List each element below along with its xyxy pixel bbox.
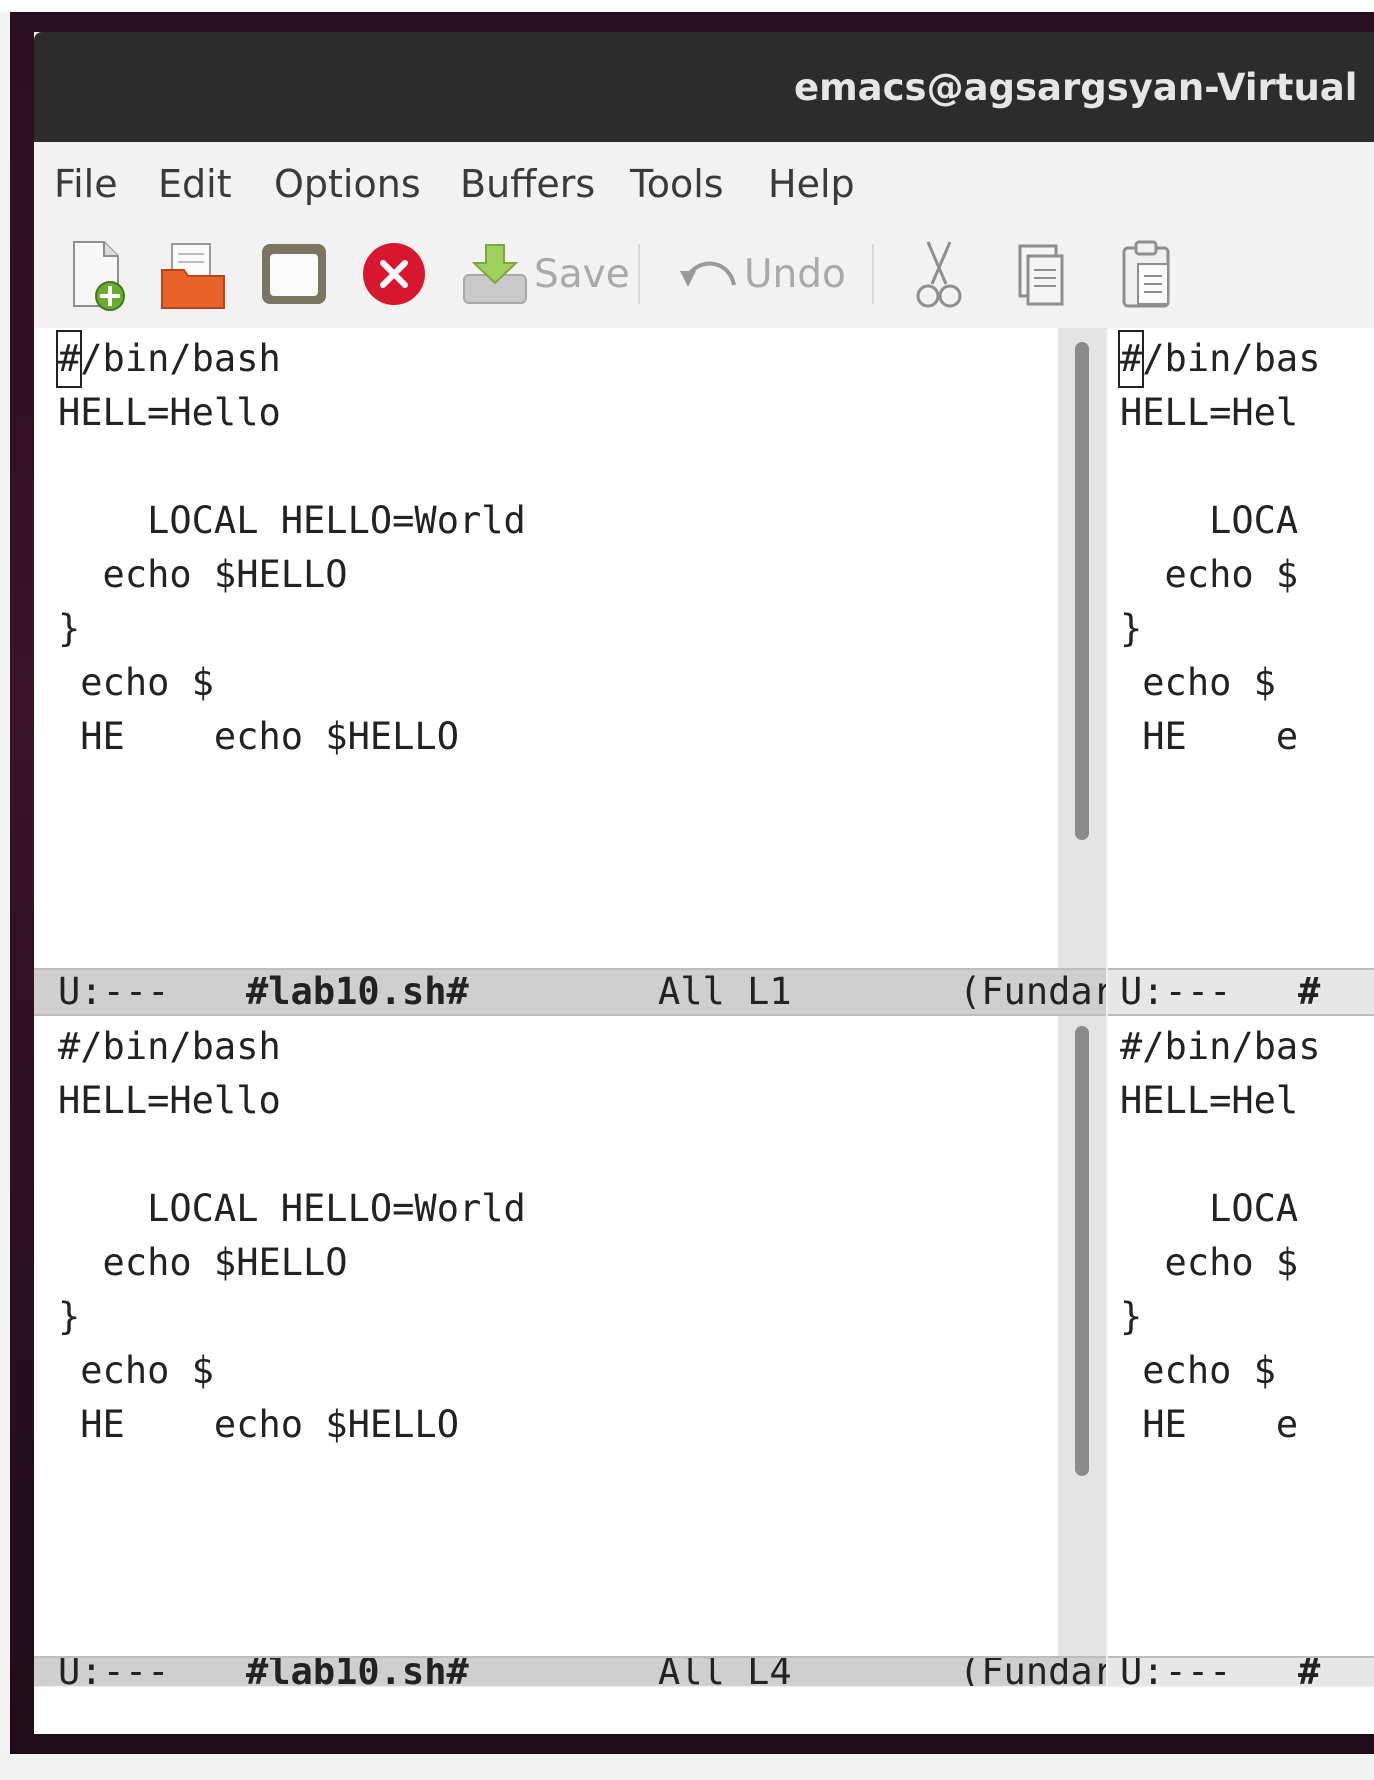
- code-line: #/bin/bas: [1120, 1025, 1321, 1068]
- modeline-status: U:---: [1120, 1656, 1232, 1686]
- code-line: }: [58, 1295, 81, 1338]
- close-buffer-button[interactable]: [360, 236, 428, 312]
- desktop-bottom-strip: [0, 1754, 1374, 1780]
- copy-icon: [1018, 244, 1064, 306]
- save-icon: [463, 244, 527, 304]
- code-line: HELL=Hel: [1120, 391, 1299, 434]
- cut-button[interactable]: [914, 236, 964, 312]
- code-line: LOCAL HELLO=World: [58, 499, 526, 542]
- menu-buffers[interactable]: Buffers: [460, 162, 595, 206]
- close-icon: [363, 243, 425, 305]
- save-label: Save: [534, 251, 630, 297]
- editor-pane-top-left[interactable]: #/bin/bash HELL=Hello LOCAL HELLO=World …: [34, 328, 1058, 968]
- code-line: echo $: [58, 1349, 214, 1392]
- code-line: echo $HELLO: [58, 553, 348, 596]
- scrollbar[interactable]: [1058, 328, 1106, 968]
- code-line: HELL=Hello: [58, 391, 281, 434]
- modeline-major-mode[interactable]: (Fundar: [959, 1658, 1106, 1686]
- toolbar-separator: [872, 244, 874, 304]
- editor-pane-bottom-left[interactable]: #/bin/bash HELL=Hello LOCAL HELLO=World …: [34, 1016, 1058, 1656]
- code-line: #/bin/bash: [58, 1025, 281, 1068]
- window-title: emacs@agsargsyan-Virtual: [794, 66, 1358, 109]
- scrollbar-thumb[interactable]: [1075, 342, 1089, 840]
- window-icon: [262, 244, 326, 304]
- code-line: HE e: [1120, 715, 1299, 758]
- paste-icon: [1122, 240, 1170, 308]
- title-bar[interactable]: emacs@agsargsyan-Virtual: [34, 32, 1374, 142]
- scrollbar-thumb[interactable]: [1075, 1026, 1089, 1476]
- modeline-buffer-name[interactable]: #lab10.sh#: [246, 1658, 469, 1686]
- menu-options[interactable]: Options: [274, 162, 421, 206]
- modeline-status: U:---: [1120, 970, 1232, 1013]
- code-line: LOCA: [1120, 1187, 1299, 1230]
- code-line: HELL=Hello: [58, 1079, 281, 1122]
- undo-icon: [680, 261, 736, 287]
- code-line: echo $: [1120, 553, 1299, 596]
- code-line: LOCAL HELLO=World: [58, 1187, 526, 1230]
- folder-icon: [161, 243, 225, 309]
- code-line: HE echo $HELLO: [58, 715, 459, 758]
- mode-line-top-left: U:--- #lab10.sh# All L1 (Fundar: [34, 968, 1106, 1016]
- emacs-window: emacs@agsargsyan-Virtual File Edit Optio…: [34, 32, 1374, 1734]
- modeline-position: All L4: [658, 1656, 792, 1686]
- text-cursor: #: [55, 330, 83, 388]
- code-line: echo $HELLO: [58, 1241, 348, 1284]
- mode-line-bottom-left: U:--- #lab10.sh# All L4 (Fundar: [34, 1656, 1106, 1686]
- code-line: }: [58, 607, 81, 650]
- code-line: LOCA: [1120, 499, 1299, 542]
- modeline-buffer-name[interactable]: #lab10.sh#: [246, 970, 469, 1014]
- modeline-buffer-name[interactable]: #: [1298, 1658, 1320, 1686]
- toolbar-separator: [638, 244, 640, 304]
- code-line: HELL=Hel: [1120, 1079, 1299, 1122]
- modeline-status: U:---: [58, 970, 170, 1013]
- code-line: }: [1120, 1295, 1143, 1338]
- code-line: HE echo $HELLO: [58, 1403, 459, 1446]
- menu-file[interactable]: File: [54, 162, 118, 206]
- modeline-major-mode[interactable]: (Fundar: [959, 970, 1106, 1014]
- menu-edit[interactable]: Edit: [158, 162, 232, 206]
- modeline-buffer-name[interactable]: #: [1298, 970, 1320, 1014]
- buffer-text[interactable]: #/bin/bas HELL=Hel LOCA echo $ } echo $ …: [1117, 330, 1321, 764]
- modeline-position: All L1: [658, 970, 792, 1013]
- menu-help[interactable]: Help: [768, 162, 855, 206]
- new-window-button[interactable]: [258, 236, 330, 312]
- mode-line-top-right: U:--- #: [1108, 968, 1374, 1016]
- editor-pane-bottom-right[interactable]: #/bin/bas HELL=Hel LOCA echo $ } echo $ …: [1108, 1016, 1374, 1656]
- undo-label: Undo: [744, 251, 846, 297]
- editor-pane-top-right[interactable]: #/bin/bas HELL=Hel LOCA echo $ } echo $ …: [1108, 328, 1374, 968]
- code-line: echo $: [1120, 1349, 1276, 1392]
- menu-bar: File Edit Options Buffers Tools Help: [34, 142, 1374, 216]
- code-line: echo $: [1120, 661, 1276, 704]
- new-file-button[interactable]: [64, 236, 128, 312]
- modeline-status: U:---: [58, 1656, 170, 1686]
- undo-button[interactable]: Undo: [674, 236, 846, 312]
- code-line: }: [1120, 607, 1143, 650]
- code-line: HE e: [1120, 1403, 1299, 1446]
- text-cursor: #: [1117, 330, 1145, 388]
- buffer-text[interactable]: #/bin/bash HELL=Hello LOCAL HELLO=World …: [58, 1020, 526, 1452]
- menu-tools[interactable]: Tools: [630, 162, 724, 206]
- copy-button[interactable]: [1014, 236, 1068, 312]
- scrollbar[interactable]: [1058, 1016, 1106, 1656]
- code-line: echo $: [1120, 1241, 1299, 1284]
- paste-button[interactable]: [1118, 236, 1178, 312]
- desktop-top-strip: [0, 0, 1374, 12]
- mode-line-bottom-right: U:--- #: [1108, 1656, 1374, 1686]
- open-folder-button[interactable]: [158, 236, 228, 312]
- buffer-text[interactable]: #/bin/bas HELL=Hel LOCA echo $ } echo $ …: [1120, 1020, 1320, 1452]
- tool-bar: Save Undo: [34, 216, 1374, 329]
- new-file-icon: [73, 241, 125, 311]
- scissors-icon: [916, 241, 962, 308]
- save-button[interactable]: Save: [460, 236, 630, 312]
- buffer-text[interactable]: #/bin/bash HELL=Hello LOCAL HELLO=World …: [55, 330, 526, 764]
- code-line: echo $: [58, 661, 214, 704]
- minibuffer[interactable]: [34, 1687, 1374, 1734]
